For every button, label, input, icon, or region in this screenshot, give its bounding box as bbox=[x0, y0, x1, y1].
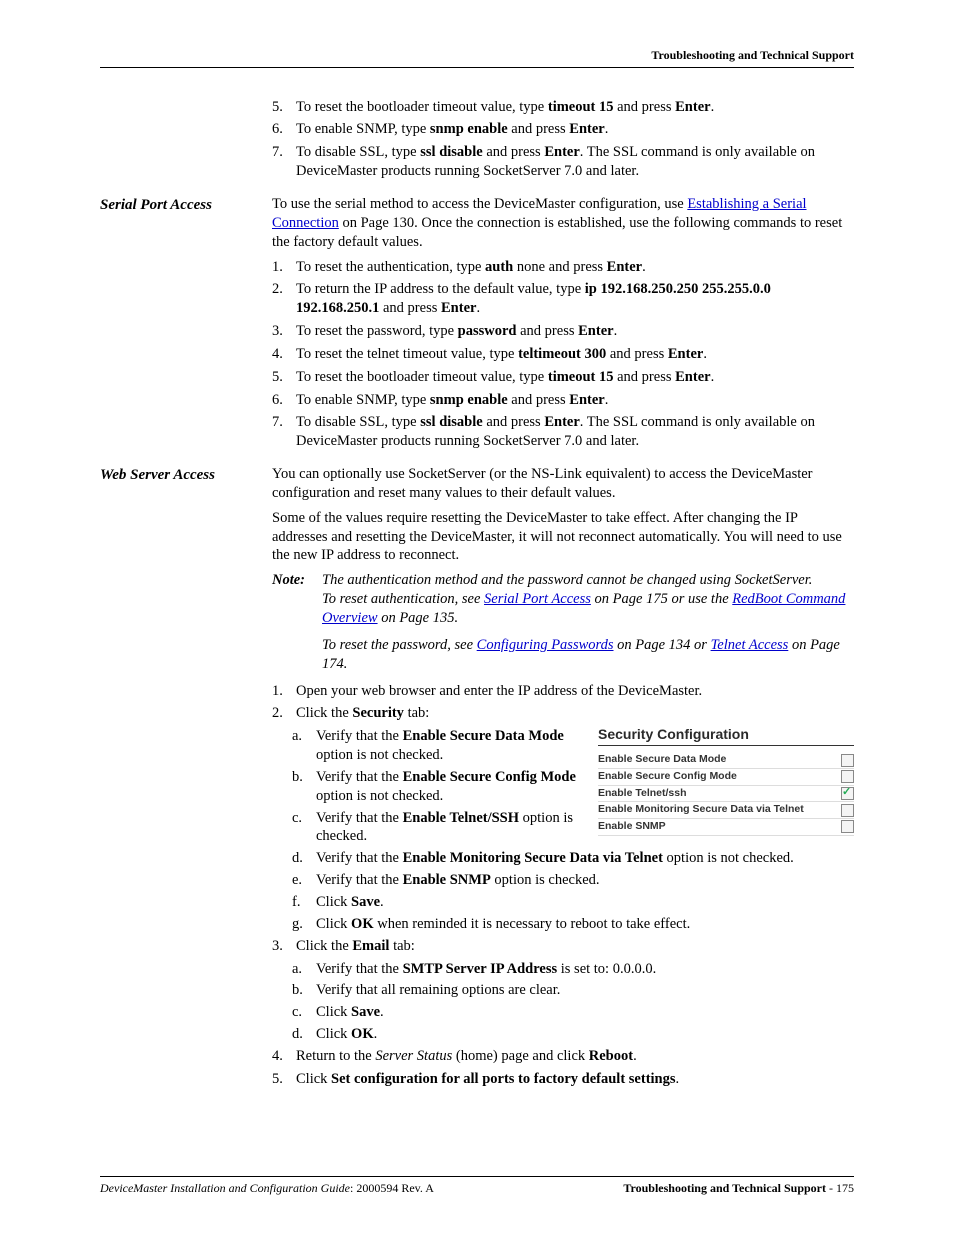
note-block: Note: The authentication method and the … bbox=[272, 571, 854, 673]
link-telnet-access[interactable]: Telnet Access bbox=[711, 637, 789, 653]
list-item: 7. To disable SSL, type ssl disable and … bbox=[272, 143, 854, 181]
link-config-passwords[interactable]: Configuring Passwords bbox=[477, 637, 614, 653]
section-heading-serial: Serial Port Access bbox=[100, 195, 272, 216]
checkbox-secure-data[interactable] bbox=[841, 754, 854, 767]
header-title: Troubleshooting and Technical Support bbox=[651, 48, 854, 62]
panel-title: Security Configuration bbox=[598, 725, 854, 746]
security-config-panel: Security Configuration Enable Secure Dat… bbox=[598, 725, 854, 835]
page-header: Troubleshooting and Technical Support bbox=[100, 48, 854, 68]
list-item: 6. To enable SNMP, type snmp enable and … bbox=[272, 120, 854, 139]
page-footer: DeviceMaster Installation and Configurat… bbox=[100, 1176, 854, 1197]
checkbox-monitoring[interactable] bbox=[841, 804, 854, 817]
paragraph: You can optionally use SocketServer (or … bbox=[272, 465, 854, 503]
paragraph: To use the serial method to access the D… bbox=[272, 195, 854, 252]
checkbox-secure-config[interactable] bbox=[841, 770, 854, 783]
section-heading-web: Web Server Access bbox=[100, 465, 272, 486]
checkbox-snmp[interactable] bbox=[841, 820, 854, 833]
checkbox-telnet-ssh[interactable] bbox=[841, 787, 854, 800]
paragraph: Some of the values require resetting the… bbox=[272, 509, 854, 566]
list-item: 5. To reset the bootloader timeout value… bbox=[272, 98, 854, 117]
document-page: Troubleshooting and Technical Support 5.… bbox=[0, 0, 954, 1235]
link-serial-port-access[interactable]: Serial Port Access bbox=[484, 591, 591, 607]
